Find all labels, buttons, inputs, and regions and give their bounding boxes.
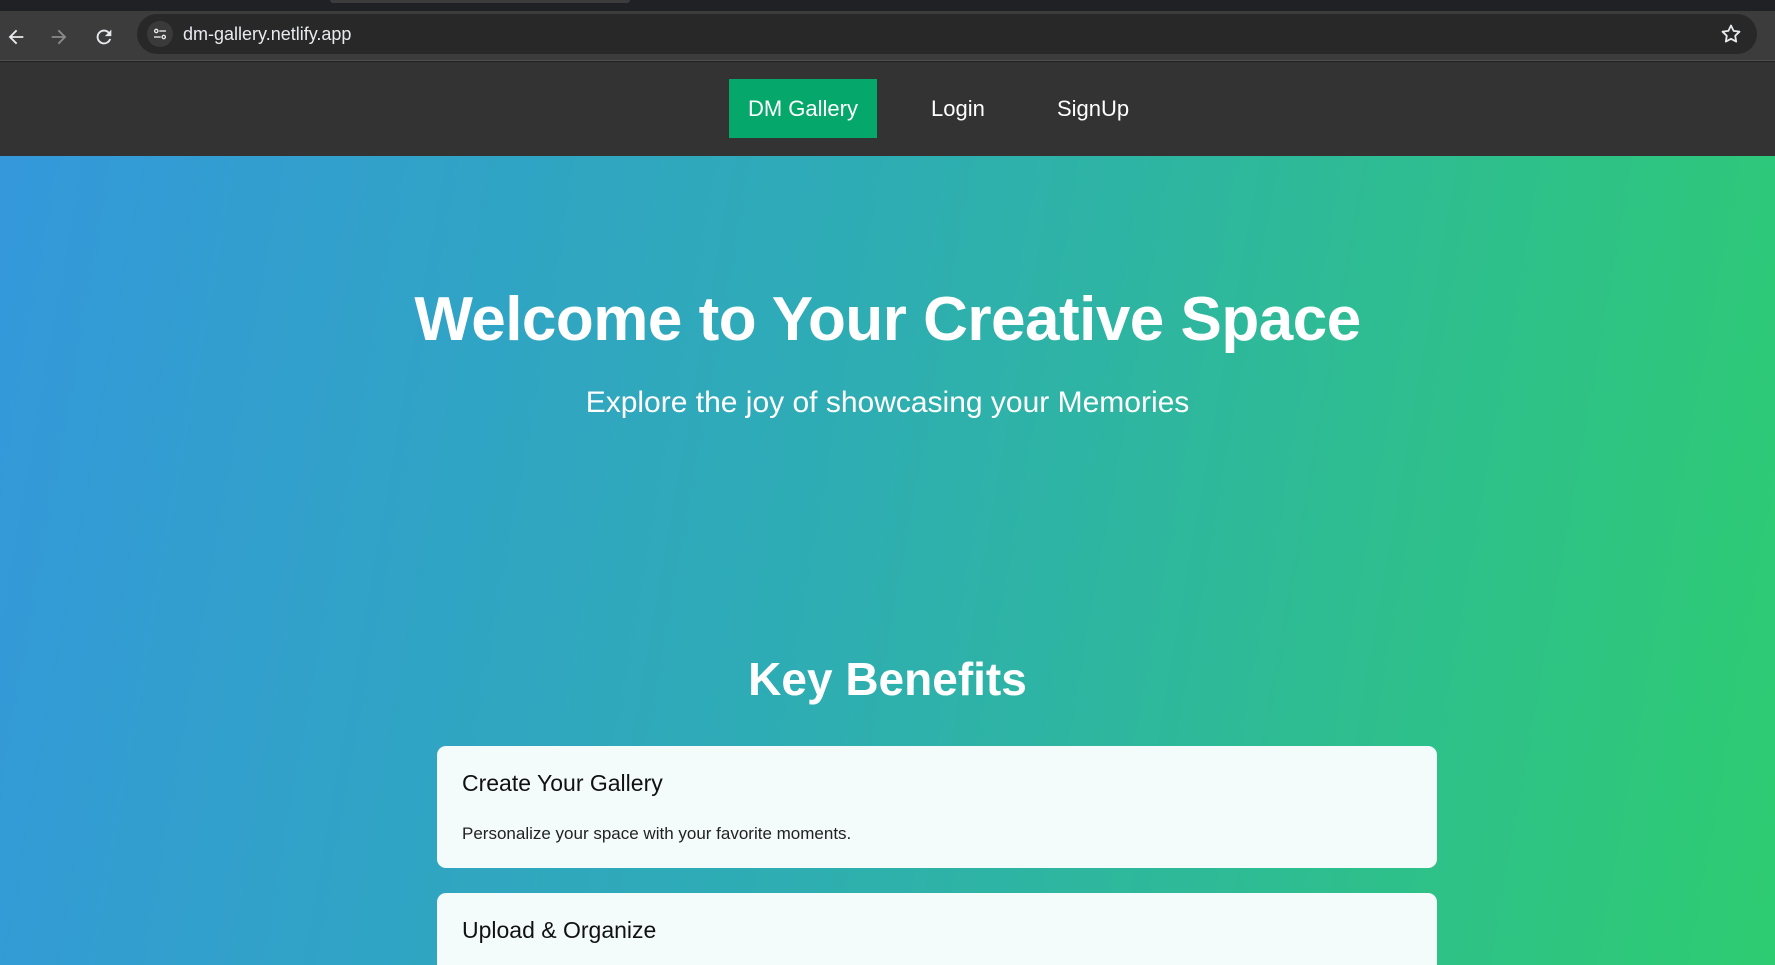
active-tab-edge	[330, 0, 630, 3]
url-text[interactable]: dm-gallery.netlify.app	[183, 24, 351, 45]
browser-toolbar: dm-gallery.netlify.app	[0, 11, 1775, 61]
site-info-button[interactable]	[147, 21, 173, 47]
bookmark-star-icon[interactable]	[1719, 22, 1743, 46]
reload-icon	[96, 29, 112, 45]
forward-button[interactable]	[44, 22, 74, 52]
forward-arrow-icon	[51, 29, 67, 45]
benefit-card: Create Your Gallery Personalize your spa…	[437, 746, 1437, 868]
benefit-card-description: Personalize your space with your favorit…	[462, 824, 852, 843]
hero-section: Welcome to Your Creative Space Explore t…	[0, 156, 1775, 965]
hero-subtitle: Explore the joy of showcasing your Memor…	[585, 386, 1190, 419]
reload-button[interactable]	[89, 22, 119, 52]
benefit-card: Upload & Organize	[437, 893, 1437, 965]
benefits-heading: Key Benefits	[748, 653, 1027, 705]
hero-title: Welcome to Your Creative Space	[414, 285, 1361, 354]
back-button[interactable]	[1, 22, 31, 52]
signup-link[interactable]: SignUp	[1057, 79, 1129, 138]
back-arrow-icon	[8, 29, 24, 45]
benefit-card-title: Upload & Organize	[462, 917, 657, 943]
login-link[interactable]: Login	[931, 79, 985, 138]
site-navbar: DM Gallery Login SignUp	[0, 62, 1775, 156]
browser-tab-strip	[0, 0, 1775, 11]
address-bar[interactable]: dm-gallery.netlify.app	[137, 14, 1757, 54]
brand-link[interactable]: DM Gallery	[729, 79, 877, 138]
site-info-icon	[153, 28, 167, 40]
benefit-card-title: Create Your Gallery	[462, 770, 663, 796]
